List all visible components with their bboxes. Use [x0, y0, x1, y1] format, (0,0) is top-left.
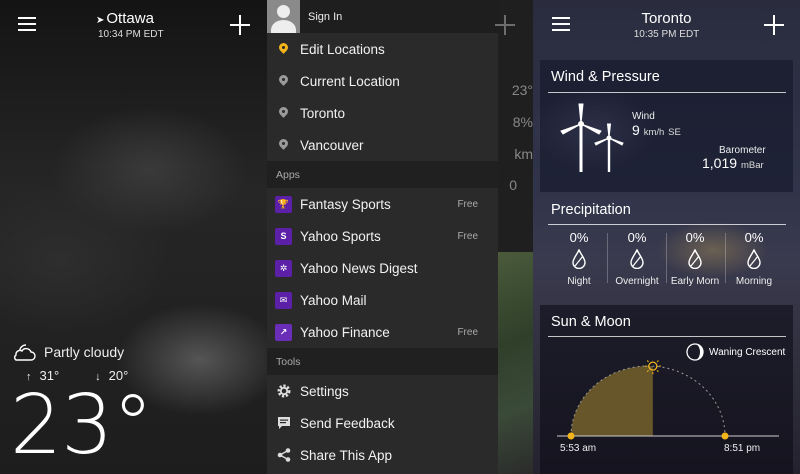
content-behind-drawer[interactable]: 23° 8% km 0 [495, 0, 533, 474]
free-badge: Free [457, 230, 478, 242]
precip-period: 0% Morning [735, 230, 773, 287]
free-badge: Free [457, 198, 478, 210]
divider [548, 336, 786, 337]
menu-item-yahoo-mail[interactable]: ✉ Yahoo Mail [267, 284, 498, 316]
menu-item-yahoo-finance[interactable]: ↗ Yahoo Finance Free [267, 316, 498, 348]
location-arrow-icon: ➤ [96, 15, 105, 26]
menu-item-send-feedback[interactable]: Send Feedback [267, 407, 498, 439]
sunset-dot [721, 432, 729, 440]
wind-pressure-title: Wind & Pressure [551, 69, 660, 85]
sign-in-row[interactable]: Sign In [267, 0, 498, 33]
fantasy-sports-icon: 🏆 [275, 195, 292, 213]
location-pin-icon [279, 43, 288, 55]
avatar [267, 0, 300, 33]
mail-icon: ✉ [275, 291, 292, 309]
navigation-drawer: Sign In Edit Locations Current Location … [267, 0, 498, 474]
location-pin-icon [279, 139, 288, 151]
free-badge: Free [457, 326, 478, 338]
peek-text: 23° [511, 82, 533, 98]
navigation-drawer-panel: Sign In Edit Locations Current Location … [267, 0, 533, 474]
location-pin-icon [279, 75, 288, 87]
precipitation-title: Precipitation [551, 202, 631, 218]
wind-label: Wind [632, 111, 655, 122]
menu-item-toronto[interactable]: Toronto [267, 97, 498, 129]
raindrop-icon [688, 248, 702, 270]
share-icon [277, 448, 290, 462]
divider [548, 224, 786, 225]
barometer-value: 1,019 mBar [702, 155, 764, 171]
raindrop-icon [747, 248, 761, 270]
sunrise-dot [567, 432, 575, 440]
city-title: ➤ Ottawa [96, 10, 154, 27]
toronto-weather-panel: Toronto 10:35 PM EDT Wind & Pressure Win… [533, 0, 800, 474]
moon-phase: Waning Crescent [686, 343, 785, 361]
location-pin-icon [279, 107, 288, 119]
add-location-icon[interactable] [764, 15, 784, 35]
menu-item-current-location[interactable]: Current Location [267, 65, 498, 97]
condition-text: Partly cloudy [44, 344, 125, 360]
raindrop-icon [630, 248, 644, 270]
peek-text: 0 [509, 177, 517, 193]
add-location-icon [495, 15, 515, 35]
current-temperature: 23° [10, 378, 153, 473]
local-time: 10:34 PM EDT [98, 29, 164, 40]
add-location-icon[interactable] [230, 15, 250, 35]
precip-period: 0% Night [567, 230, 591, 287]
ottawa-weather-panel: ➤ Ottawa 10:34 PM EDT Partly cloudy ↑ 31° … [0, 0, 267, 474]
city-name: Toronto [641, 10, 692, 27]
wind-speed: 9 km/h SE [632, 122, 681, 138]
menu-icon[interactable] [18, 17, 36, 31]
finance-icon: ↗ [275, 323, 292, 341]
gear-icon [277, 384, 290, 398]
moon-icon [686, 343, 704, 361]
menu-item-vancouver[interactable]: Vancouver [267, 129, 498, 161]
tools-section-header: Tools [267, 348, 498, 375]
condition-row: Partly cloudy [12, 342, 124, 362]
sign-in-label: Sign In [308, 10, 343, 23]
radar-map-thumbnail [498, 252, 533, 474]
yahoo-sports-icon: S [275, 227, 292, 245]
sun-moon-title: Sun & Moon [551, 314, 631, 330]
sun-arc-chart [557, 360, 779, 440]
city-name: Ottawa [106, 10, 154, 27]
peek-text: 8% [512, 114, 533, 130]
local-time: 10:35 PM EDT [633, 29, 700, 40]
menu-item-fantasy-sports[interactable]: 🏆 Fantasy Sports Free [267, 188, 498, 220]
peek-text: km [514, 146, 533, 162]
sunset-time: 8:51 pm [724, 443, 761, 454]
menu-item-yahoo-sports[interactable]: S Yahoo Sports Free [267, 220, 498, 252]
menu-item-yahoo-news-digest[interactable]: ✲ Yahoo News Digest [267, 252, 498, 284]
sunrise-time: 5:53 am [560, 443, 597, 454]
menu-item-settings[interactable]: Settings [267, 375, 498, 407]
raindrop-icon [572, 248, 586, 270]
precip-period: 0% Overnight [615, 230, 659, 287]
wind-turbine-icon [560, 103, 624, 172]
partly-cloudy-icon [14, 344, 36, 361]
feedback-icon [277, 417, 290, 429]
menu-item-share-this-app[interactable]: Share This App [267, 439, 498, 471]
divider [548, 92, 786, 93]
menu-item-edit-locations[interactable]: Edit Locations [267, 33, 498, 65]
apps-section-header: Apps [267, 161, 498, 188]
precip-period: 0% Early Morn [670, 230, 720, 287]
news-digest-icon: ✲ [275, 259, 292, 277]
